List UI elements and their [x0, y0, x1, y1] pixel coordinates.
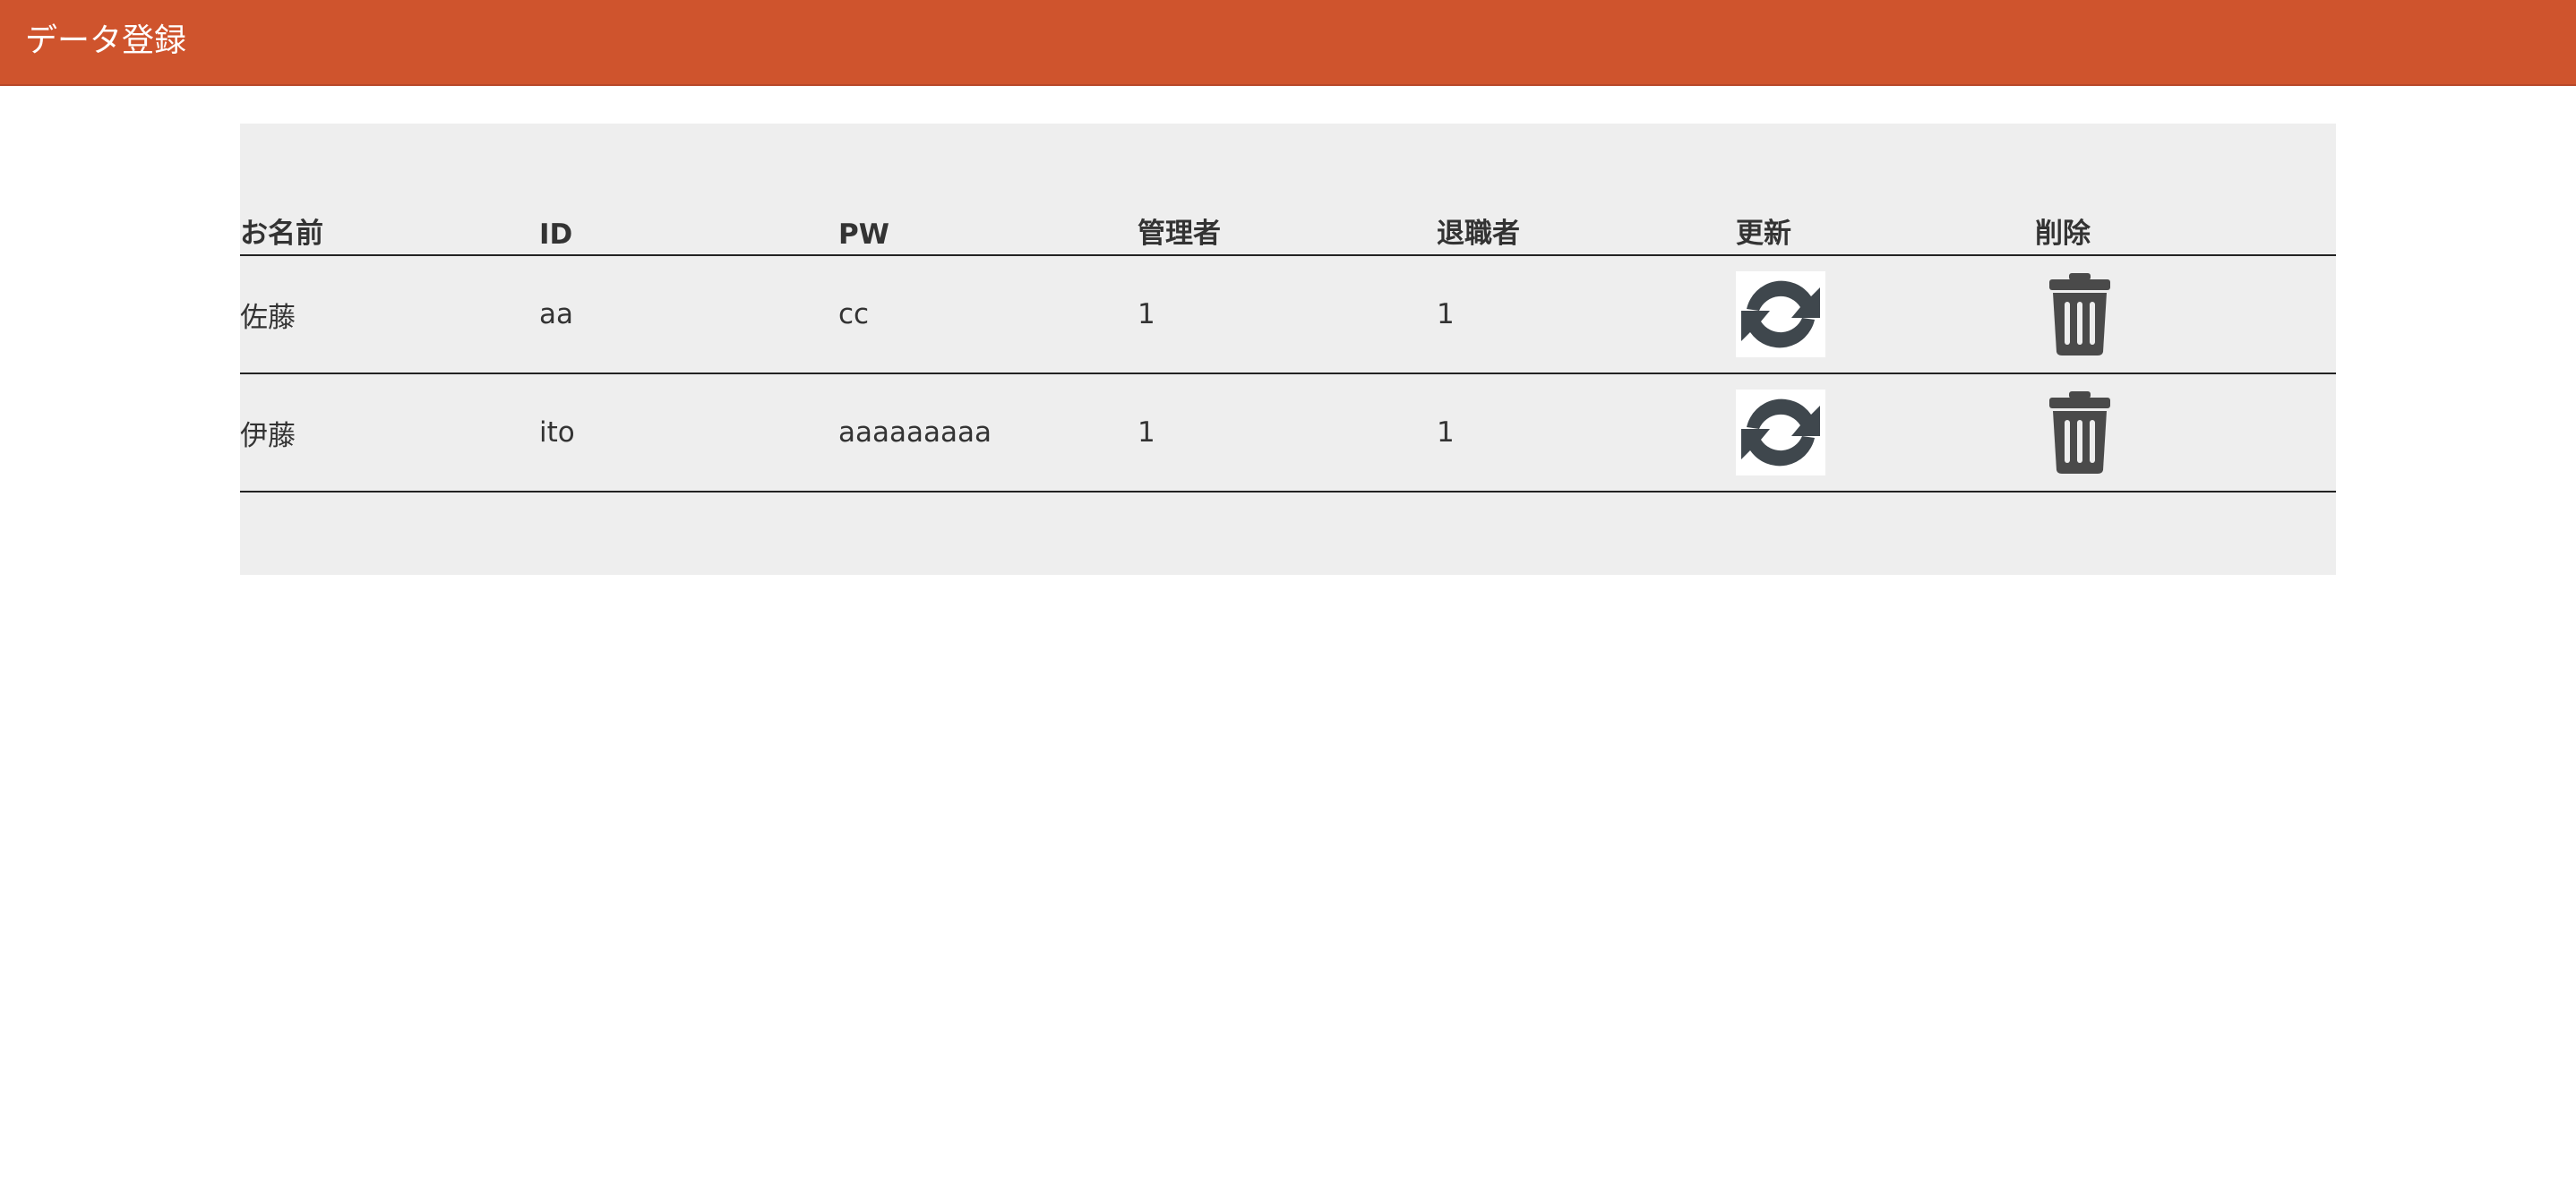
- cell-update: [1736, 373, 2035, 492]
- column-header-name: お名前: [240, 204, 539, 256]
- refresh-icon[interactable]: [1736, 271, 1825, 357]
- cell-id: ito: [539, 373, 838, 492]
- cell-pw: cc: [838, 255, 1138, 374]
- cell-name: 伊藤: [240, 373, 539, 492]
- table-row: 佐藤 aa cc 1 1: [240, 255, 2336, 374]
- cell-update: [1736, 255, 2035, 374]
- column-header-update: 更新: [1736, 204, 2035, 256]
- column-header-delete: 削除: [2035, 204, 2336, 256]
- cell-delete: [2035, 255, 2336, 374]
- cell-pw: aaaaaaaaa: [838, 373, 1138, 492]
- page-title: データ登録: [25, 22, 187, 59]
- column-header-admin: 管理者: [1138, 204, 1437, 256]
- refresh-icon[interactable]: [1736, 390, 1825, 475]
- cell-admin: 1: [1138, 255, 1437, 374]
- column-header-id: ID: [539, 204, 838, 256]
- cell-id: aa: [539, 255, 838, 374]
- cell-retired: 1: [1437, 373, 1736, 492]
- data-panel: お名前 ID PW 管理者 退職者 更新 削除 佐藤 aa cc 1 1 伊藤 …: [240, 124, 2336, 575]
- trash-icon[interactable]: [2035, 390, 2125, 475]
- column-header-pw: PW: [838, 204, 1138, 256]
- cell-admin: 1: [1138, 373, 1437, 492]
- app-header: データ登録: [0, 0, 2576, 86]
- data-table: お名前 ID PW 管理者 退職者 更新 削除 佐藤 aa cc 1 1 伊藤 …: [240, 204, 2336, 492]
- cell-name: 佐藤: [240, 255, 539, 374]
- cell-delete: [2035, 373, 2336, 492]
- trash-icon[interactable]: [2035, 271, 2125, 357]
- cell-retired: 1: [1437, 255, 1736, 374]
- table-row: 伊藤 ito aaaaaaaaa 1 1: [240, 373, 2336, 492]
- table-header-row: お名前 ID PW 管理者 退職者 更新 削除: [240, 204, 2336, 256]
- column-header-retired: 退職者: [1437, 204, 1736, 256]
